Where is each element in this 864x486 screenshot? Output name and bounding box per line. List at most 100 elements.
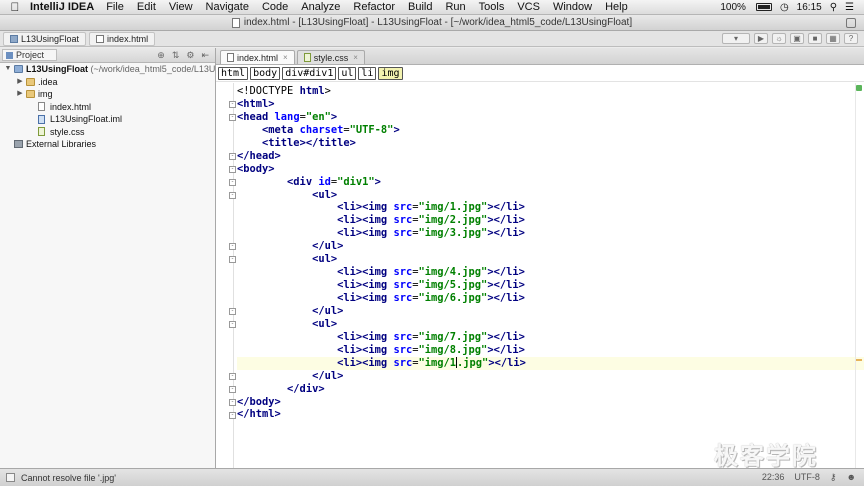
menu-edit[interactable]: Edit	[137, 1, 156, 13]
menu-navigate[interactable]: Navigate	[206, 1, 249, 13]
apple-icon[interactable]: 	[0, 0, 30, 14]
code-line[interactable]: <head lang="en">	[237, 111, 864, 124]
menu-refactor[interactable]: Refactor	[353, 1, 395, 13]
tag-breadcrumb-img[interactable]: img	[378, 66, 403, 80]
code-line[interactable]: </html>	[237, 408, 864, 421]
code-line[interactable]: <li><img src="img/3.jpg"></li>	[237, 227, 864, 240]
run-config-dropdown[interactable]: ▾	[722, 33, 750, 44]
menu-build[interactable]: Build	[408, 1, 432, 13]
menu-run[interactable]: Run	[445, 1, 465, 13]
tag-breadcrumb-ul[interactable]: ul	[338, 66, 357, 80]
menu-file[interactable]: File	[106, 1, 124, 13]
fold-marker-icon[interactable]: -	[229, 165, 236, 173]
run-icon[interactable]: ▶	[754, 33, 768, 44]
code-line[interactable]: <li><img src="img/2.jpg"></li>	[237, 214, 864, 227]
code-line[interactable]: </ul>	[237, 240, 864, 253]
close-tab-icon[interactable]: ×	[353, 53, 358, 62]
coverage-icon[interactable]: ▣	[790, 33, 804, 44]
wifi-icon[interactable]: ◷	[780, 2, 789, 13]
code-line[interactable]: <li><img src="img/5.jpg"></li>	[237, 279, 864, 292]
code-line[interactable]: </ul>	[237, 370, 864, 383]
code-line[interactable]: <li><img src="img/6.jpg"></li>	[237, 292, 864, 305]
tool-windows-icon[interactable]	[6, 473, 15, 482]
code-line[interactable]: <li><img src="img/4.jpg"></li>	[237, 266, 864, 279]
expand-arrow-right-icon[interactable]: ▶	[16, 76, 24, 89]
fold-marker-icon[interactable]: -	[229, 372, 236, 380]
battery-icon[interactable]	[755, 3, 772, 11]
sync-icon[interactable]: ⊕	[157, 50, 165, 61]
project-view-selector[interactable]: Project	[2, 49, 58, 61]
fullscreen-button[interactable]	[846, 18, 856, 28]
code-line[interactable]: </div>	[237, 383, 864, 396]
menu-vcs[interactable]: VCS	[517, 1, 540, 13]
tag-breadcrumb-div-div1[interactable]: div#div1	[282, 66, 337, 80]
menu-view[interactable]: View	[169, 1, 193, 13]
fold-marker-icon[interactable]: -	[229, 398, 236, 406]
tree-item[interactable]: ▼ L13UsingFloat (~/work/idea_html5_code/L…	[0, 63, 216, 76]
hide-icon[interactable]: ⇤	[201, 50, 209, 61]
debug-icon[interactable]: ☼	[772, 33, 786, 44]
fold-marker-icon[interactable]: -	[229, 321, 236, 329]
code-line[interactable]: <!DOCTYPE html>	[237, 85, 864, 98]
code-line[interactable]: <meta charset="UTF-8">	[237, 124, 864, 137]
gear-icon[interactable]: ⚙	[186, 50, 194, 61]
fold-marker-icon[interactable]: -	[229, 113, 236, 121]
menu-window[interactable]: Window	[553, 1, 592, 13]
inspection-status-icon[interactable]	[856, 85, 862, 91]
clock[interactable]: 16:15	[797, 2, 822, 13]
fold-marker-icon[interactable]: -	[229, 243, 236, 251]
tree-item[interactable]: ▶ img	[0, 88, 215, 101]
nav-crumb-file[interactable]: index.html	[89, 31, 156, 46]
tree-item[interactable]: index.html	[0, 101, 215, 114]
fold-marker-icon[interactable]: -	[229, 411, 236, 419]
app-menu-name[interactable]: IntelliJ IDEA	[30, 1, 94, 13]
expand-arrow-right-icon[interactable]: ▶	[16, 88, 24, 101]
code-line[interactable]: <li><img src="img/7.jpg"></li>	[237, 331, 864, 344]
code-text[interactable]: <!DOCTYPE html> <html> <head lang="en"> <m…	[237, 85, 864, 421]
code-line[interactable]: <ul>	[237, 318, 864, 331]
scrollbar-warning-mark[interactable]	[856, 359, 862, 361]
notification-list-icon[interactable]: ☰	[845, 2, 854, 13]
fold-marker-icon[interactable]: -	[229, 178, 236, 186]
code-line[interactable]: <body>	[237, 163, 864, 176]
menu-code[interactable]: Code	[262, 1, 288, 13]
code-line[interactable]: <ul>	[237, 253, 864, 266]
fold-marker-icon[interactable]: -	[229, 100, 236, 108]
code-line[interactable]: <div id="div1">	[237, 176, 864, 189]
close-tab-icon[interactable]: ×	[283, 53, 288, 62]
nav-crumb-project[interactable]: L13UsingFloat	[3, 31, 87, 46]
editor-tab[interactable]: index.html ×	[220, 50, 295, 64]
code-line[interactable]: </head>	[237, 150, 864, 163]
code-line[interactable]: <title></title>	[237, 137, 864, 150]
caret-position[interactable]: 22:36	[762, 472, 785, 483]
tag-breadcrumb-html[interactable]: html	[218, 66, 249, 80]
menu-tools[interactable]: Tools	[479, 1, 505, 13]
tree-item[interactable]: ▶ .idea	[0, 76, 215, 89]
tag-breadcrumb-body[interactable]: body	[250, 66, 281, 80]
tree-item[interactable]: External Libraries	[0, 138, 215, 151]
project-structure-icon[interactable]: ▦	[826, 33, 840, 44]
inspector-icon[interactable]: ☻	[847, 472, 856, 483]
tree-item[interactable]: L13UsingFloat.iml	[0, 113, 215, 126]
code-line[interactable]: <li><img src="img/1.jpg"></li>	[237, 201, 864, 214]
code-line[interactable]: <li><img src="img/8.jpg"></li>	[237, 344, 864, 357]
spotlight-search-icon[interactable]: ⚲	[830, 2, 837, 13]
editor-tab[interactable]: style.css ×	[296, 50, 365, 64]
code-line[interactable]: </body>	[237, 396, 864, 409]
fold-marker-icon[interactable]: -	[229, 308, 236, 316]
tag-breadcrumb-li[interactable]: li	[358, 66, 377, 80]
tree-item[interactable]: style.css	[0, 126, 215, 139]
code-area[interactable]: - - - - - - - - - - - - - - <!DOCTYPE html> <html> <hea…	[216, 83, 864, 468]
fold-marker-icon[interactable]: -	[229, 385, 236, 393]
expand-arrow-down-icon[interactable]: ▼	[4, 63, 12, 76]
help-icon[interactable]: ?	[844, 33, 858, 44]
file-encoding[interactable]: UTF-8	[794, 472, 820, 483]
menu-analyze[interactable]: Analyze	[301, 1, 340, 13]
fold-marker-icon[interactable]: -	[229, 191, 236, 199]
lock-icon[interactable]: ⚷	[830, 472, 837, 483]
editor-gutter[interactable]: - - - - - - - - - - - - - -	[216, 83, 236, 468]
collapse-icon[interactable]: ⇅	[172, 50, 180, 61]
menu-help[interactable]: Help	[605, 1, 628, 13]
fold-marker-icon[interactable]: -	[229, 256, 236, 264]
code-line[interactable]: <html>	[237, 98, 864, 111]
